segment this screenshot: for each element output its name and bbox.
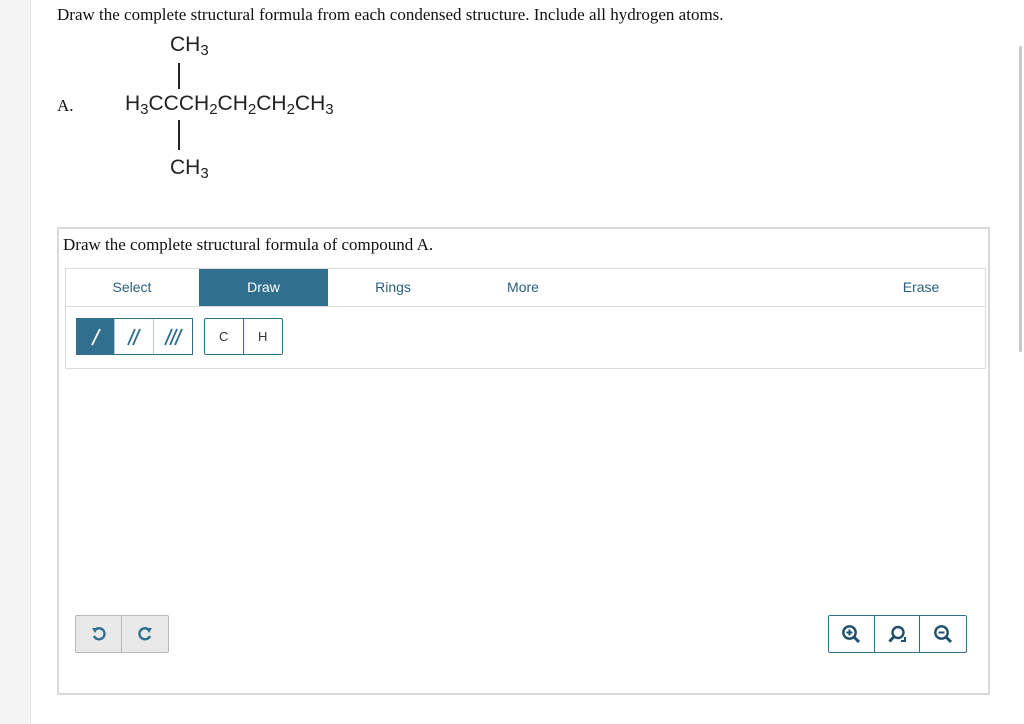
- tab-draw[interactable]: Draw: [199, 269, 328, 306]
- triple-bond-icon: [164, 328, 183, 345]
- draw-toolbar: C H: [65, 307, 986, 369]
- reset-zoom-button[interactable]: [875, 616, 921, 652]
- zoom-group: [828, 615, 967, 653]
- formula-top-methyl: CH3: [170, 33, 209, 59]
- page-scrollbar[interactable]: [1018, 0, 1024, 724]
- left-gutter: [0, 0, 31, 724]
- scrollbar-thumb[interactable]: [1019, 46, 1022, 352]
- hydrogen-atom-button[interactable]: H: [244, 319, 283, 354]
- formula-bond-top: [178, 63, 180, 89]
- tab-select[interactable]: Select: [66, 269, 198, 306]
- triple-bond-button[interactable]: [154, 319, 192, 354]
- bond-tool-group: [76, 318, 193, 355]
- undo-button[interactable]: [76, 616, 122, 652]
- atom-tool-group: C H: [204, 318, 283, 355]
- question-instruction: Draw the complete structural formula fro…: [57, 5, 724, 24]
- part-label: A.: [57, 96, 74, 115]
- tab-erase[interactable]: Erase: [856, 269, 986, 306]
- editor-tabbar: Select Draw Rings More Erase: [65, 268, 986, 307]
- single-bond-button[interactable]: [77, 319, 116, 354]
- zoom-out-icon: [934, 625, 953, 644]
- redo-button[interactable]: [122, 616, 168, 652]
- redo-icon: [138, 627, 152, 641]
- formula-bond-bottom: [178, 120, 180, 150]
- reset-zoom-icon: [888, 625, 906, 643]
- history-group: [75, 615, 169, 653]
- editor-title: Draw the complete structural formula of …: [63, 235, 434, 254]
- single-bond-icon: [90, 328, 101, 345]
- structure-editor: Draw the complete structural formula of …: [57, 227, 990, 695]
- carbon-atom-button[interactable]: C: [205, 319, 244, 354]
- zoom-in-button[interactable]: [829, 616, 875, 652]
- zoom-in-icon: [842, 625, 861, 644]
- tab-rings[interactable]: Rings: [328, 269, 458, 306]
- double-bond-button[interactable]: [115, 319, 154, 354]
- tab-more[interactable]: More: [458, 269, 588, 306]
- zoom-out-button[interactable]: [920, 616, 966, 652]
- double-bond-icon: [127, 328, 141, 345]
- formula-main-chain: H3CCCH2CH2CH2CH3: [125, 92, 334, 118]
- formula-bottom-methyl: CH3: [170, 156, 209, 182]
- undo-icon: [91, 627, 106, 641]
